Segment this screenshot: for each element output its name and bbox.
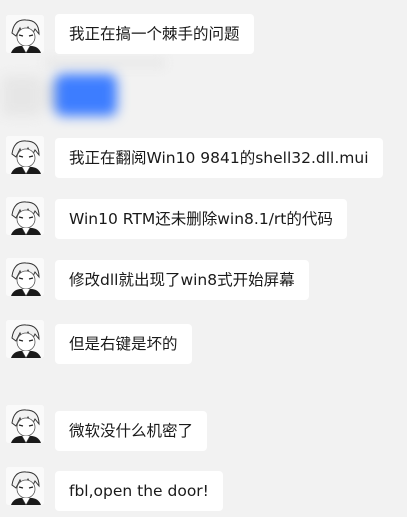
message-row: 修改dll就出现了win8式开始屏幕	[0, 258, 407, 300]
avatar[interactable]	[6, 405, 44, 443]
anime-avatar-icon	[6, 197, 44, 235]
message-text: 我正在搞一个棘手的问题	[69, 25, 240, 43]
avatar[interactable]	[6, 320, 44, 358]
message-bubble[interactable]: 修改dll就出现了win8式开始屏幕	[55, 260, 309, 300]
message-row: Win10 RTM还未删除win8.1/rt的代码	[0, 197, 407, 239]
message-bubble[interactable]: fbl,open the door!	[55, 471, 223, 511]
anime-avatar-icon	[6, 320, 44, 358]
message-row: 但是右键是坏的	[0, 320, 407, 364]
blurred-content	[0, 70, 120, 120]
avatar[interactable]	[6, 15, 44, 53]
message-row: 我正在翻阅Win10 9841的shell32.dll.mui	[0, 136, 407, 178]
avatar[interactable]	[6, 136, 44, 174]
message-row: fbl,open the door!	[0, 467, 407, 511]
message-text: 修改dll就出现了win8式开始屏幕	[69, 271, 295, 289]
message-bubble[interactable]: Win10 RTM还未删除win8.1/rt的代码	[55, 199, 347, 239]
blurred-message-row	[0, 70, 407, 120]
avatar[interactable]	[6, 467, 44, 505]
message-bubble[interactable]: 我正在搞一个棘手的问题	[55, 14, 254, 54]
anime-avatar-icon	[6, 405, 44, 443]
message-text: fbl,open the door!	[69, 482, 209, 500]
avatar[interactable]	[6, 197, 44, 235]
anime-avatar-icon	[6, 467, 44, 505]
message-row: 我正在搞一个棘手的问题	[0, 14, 407, 54]
message-bubble[interactable]: 我正在翻阅Win10 9841的shell32.dll.mui	[55, 138, 383, 178]
message-bubble[interactable]: 微软没什么机密了	[55, 411, 208, 451]
message-text: 我正在翻阅Win10 9841的shell32.dll.mui	[69, 149, 369, 167]
anime-avatar-icon	[6, 15, 44, 53]
blur-artifact	[45, 58, 165, 68]
message-text: 微软没什么机密了	[69, 422, 194, 440]
anime-avatar-icon	[6, 136, 44, 174]
message-bubble[interactable]: 但是右键是坏的	[55, 324, 192, 364]
message-text: Win10 RTM还未删除win8.1/rt的代码	[69, 210, 333, 228]
message-row: 微软没什么机密了	[0, 405, 407, 451]
avatar[interactable]	[6, 258, 44, 296]
message-text: 但是右键是坏的	[69, 335, 178, 353]
anime-avatar-icon	[6, 258, 44, 296]
